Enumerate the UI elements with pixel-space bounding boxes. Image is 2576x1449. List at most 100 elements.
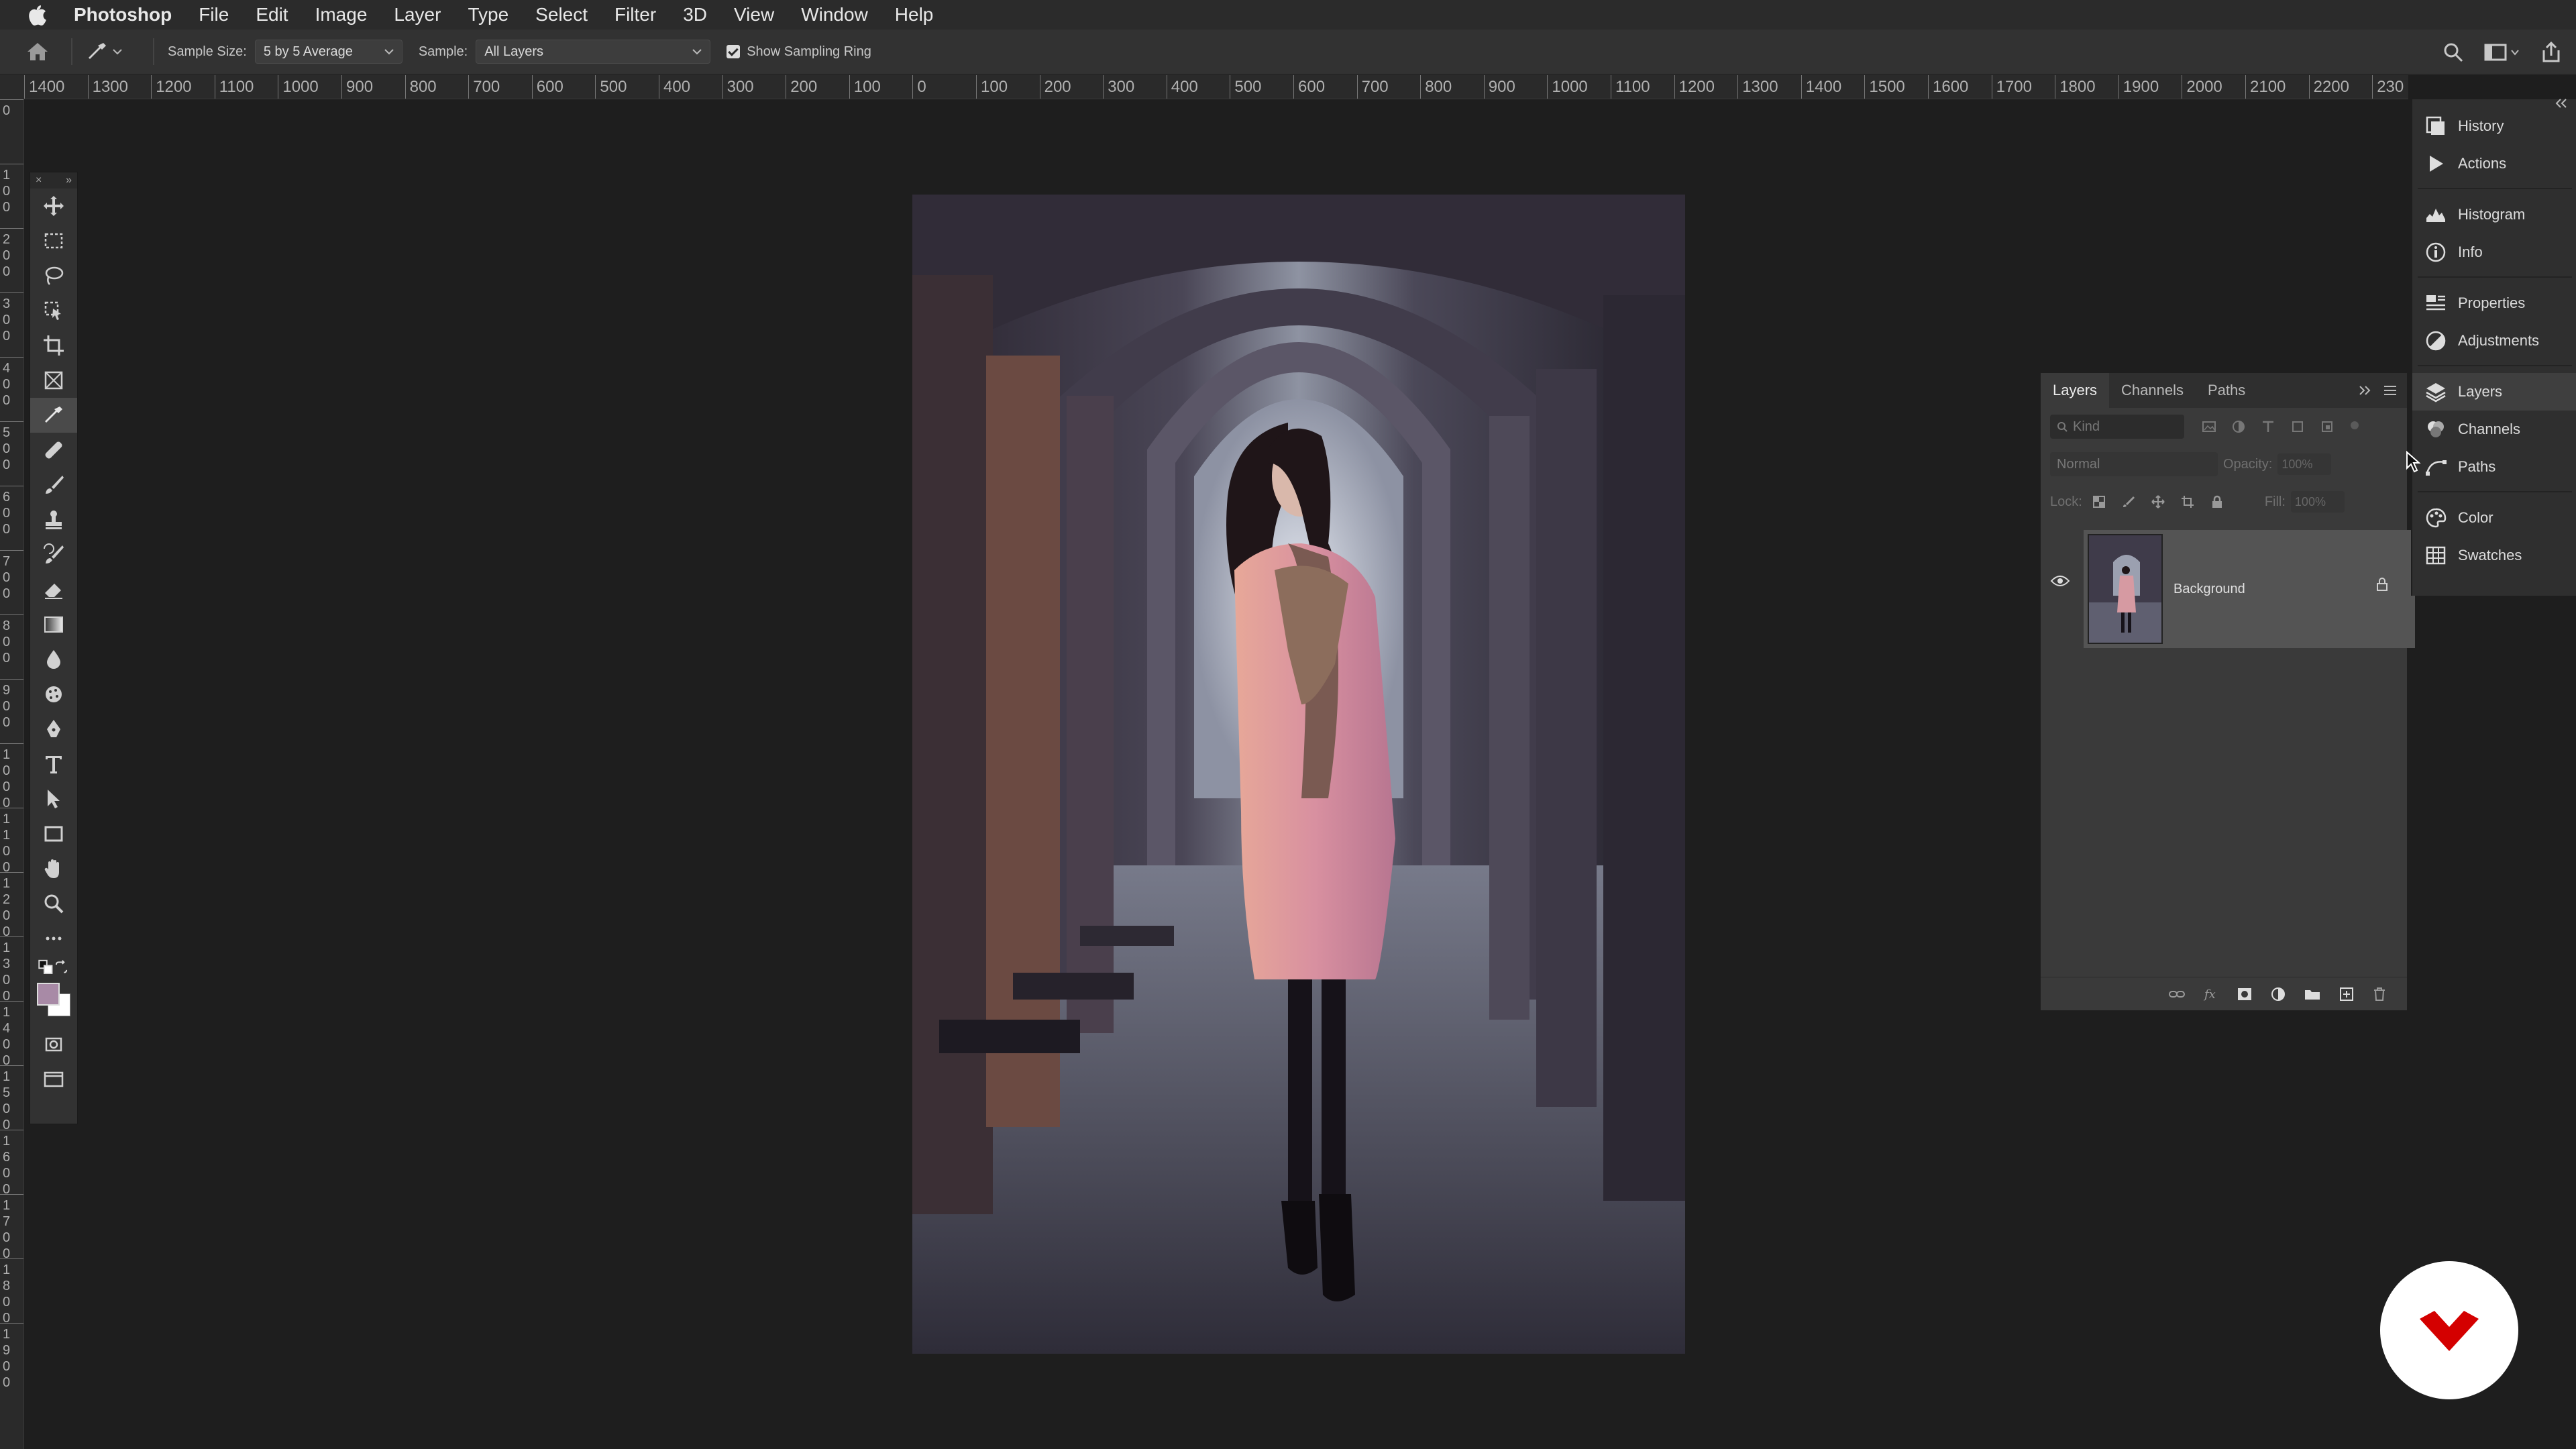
menu-image[interactable]: Image (315, 4, 368, 25)
default-colors-icon[interactable] (38, 956, 54, 979)
path-selection-tool[interactable] (30, 782, 77, 816)
brush-tool[interactable] (30, 468, 77, 502)
share-icon[interactable] (2540, 41, 2563, 64)
workspace-icon[interactable] (2483, 41, 2521, 64)
search-icon[interactable] (2442, 41, 2465, 64)
canvas-image[interactable] (912, 195, 1685, 1354)
sample-size-select[interactable]: 5 by 5 Average (254, 40, 402, 64)
home-icon[interactable] (17, 32, 58, 72)
blur-tool[interactable] (30, 642, 77, 677)
foreground-color-swatch[interactable] (37, 983, 60, 1006)
filter-kind-select[interactable]: Kind (2050, 415, 2184, 439)
lock-row: Lock: Fill: 100% (2041, 483, 2407, 521)
type-filter-icon[interactable] (2261, 420, 2275, 433)
smart-object-filter-icon[interactable] (2320, 420, 2334, 433)
new-layer-icon[interactable] (2339, 987, 2355, 1002)
dock-item-channels[interactable]: Channels (2412, 411, 2576, 448)
fill-input[interactable]: 100% (2290, 491, 2345, 513)
image-filter-icon[interactable] (2202, 420, 2216, 433)
menu-file[interactable]: File (199, 4, 229, 25)
play-icon (2430, 156, 2443, 172)
dock-item-properties[interactable]: Properties (2412, 284, 2576, 322)
lock-position-icon[interactable] (2151, 494, 2165, 509)
marquee-tool[interactable] (30, 223, 77, 258)
toolbar-header[interactable]: × » (30, 172, 77, 189)
tool-preset-picker[interactable] (86, 36, 140, 68)
collapse-icon[interactable] (2359, 385, 2372, 396)
menu-filter[interactable]: Filter (614, 4, 656, 25)
lock-all-icon[interactable] (2210, 494, 2224, 509)
dodge-tool[interactable] (30, 677, 77, 712)
shape-filter-icon[interactable] (2290, 420, 2305, 433)
rectangle-tool[interactable] (30, 816, 77, 851)
lock-artboard-icon[interactable] (2180, 494, 2195, 509)
tab-channels[interactable]: Channels (2109, 373, 2196, 408)
menu-view[interactable]: View (734, 4, 774, 25)
adjustment-filter-icon[interactable] (2231, 420, 2246, 433)
lasso-tool[interactable] (30, 258, 77, 293)
dock-item-adjustments[interactable]: Adjustments (2412, 322, 2576, 360)
tab-paths[interactable]: Paths (2196, 373, 2257, 408)
ruler-tick: 1600 (0, 1130, 23, 1197)
sample-select[interactable]: All Layers (476, 40, 711, 64)
gradient-tool[interactable] (30, 607, 77, 642)
frame-tool[interactable] (30, 363, 77, 398)
menu-window[interactable]: Window (801, 4, 868, 25)
new-adjustment-icon[interactable] (2270, 987, 2286, 1002)
menu-edit[interactable]: Edit (256, 4, 288, 25)
panel-menu-icon[interactable] (2383, 385, 2398, 396)
zoom-tool[interactable] (30, 886, 77, 921)
hand-tool[interactable] (30, 851, 77, 886)
layer-name[interactable]: Background (2174, 582, 2245, 597)
history-brush-tool[interactable] (30, 537, 77, 572)
dock-item-histogram[interactable]: Histogram (2412, 196, 2576, 233)
tab-layers[interactable]: Layers (2041, 373, 2110, 408)
trash-icon[interactable] (2372, 987, 2387, 1002)
menu-layer[interactable]: Layer (394, 4, 441, 25)
dock-item-swatches[interactable]: Swatches (2412, 537, 2576, 574)
filter-toggle-icon[interactable] (2349, 420, 2360, 431)
quick-mask-button[interactable] (30, 1027, 77, 1062)
object-select-tool[interactable] (30, 293, 77, 328)
hand-icon (44, 859, 59, 878)
more-tools[interactable] (30, 921, 77, 956)
dock-item-color[interactable]: Color (2412, 499, 2576, 537)
vertical-ruler[interactable]: 0 100 200 300 400 500 600 700 800 900 1000 1100 1200… (0, 99, 24, 1449)
pen-tool[interactable] (30, 712, 77, 747)
eyedropper-tool[interactable] (30, 398, 77, 433)
expand-icon[interactable]: » (66, 174, 72, 186)
opacity-input[interactable]: 100% (2277, 453, 2332, 475)
link-icon[interactable] (2168, 989, 2186, 1000)
dock-item-history[interactable]: History (2412, 107, 2576, 145)
close-icon[interactable]: × (36, 174, 42, 186)
dock-item-layers[interactable]: Layers (2412, 373, 2576, 411)
swap-colors-icon[interactable] (54, 956, 69, 979)
lock-pixels-icon[interactable] (2121, 494, 2136, 509)
horizontal-ruler[interactable]: 1400 1300 1200 1100 1000 900 800 700 600 500 400 30… (24, 75, 2408, 99)
fx-icon[interactable]: fx (2203, 987, 2219, 1002)
visibility-eye-icon[interactable] (2050, 574, 2070, 588)
lock-icon[interactable] (2376, 577, 2388, 592)
dock-item-actions[interactable]: Actions (2412, 145, 2576, 182)
menu-3d[interactable]: 3D (683, 4, 707, 25)
move-tool[interactable] (30, 189, 77, 223)
menu-photoshop[interactable]: Photoshop (74, 4, 172, 25)
layer-row-background[interactable]: Background (2084, 530, 2415, 648)
dock-item-paths[interactable]: Paths (2412, 448, 2576, 486)
new-group-icon[interactable] (2304, 987, 2321, 1002)
blend-mode-select[interactable]: Normal (2050, 452, 2218, 476)
sampling-ring-checkbox[interactable] (727, 45, 741, 58)
menu-help[interactable]: Help (895, 4, 934, 25)
dock-item-info[interactable]: Info (2412, 233, 2576, 271)
add-mask-icon[interactable] (2237, 987, 2253, 1002)
menu-type[interactable]: Type (468, 4, 508, 25)
type-tool[interactable] (30, 747, 77, 782)
eraser-tool[interactable] (30, 572, 77, 607)
healing-brush-tool[interactable] (30, 433, 77, 468)
clone-stamp-tool[interactable] (30, 502, 77, 537)
screen-mode-button[interactable] (30, 1062, 77, 1097)
lock-transparency-icon[interactable] (2092, 494, 2106, 509)
crop-tool[interactable] (30, 328, 77, 363)
menu-select[interactable]: Select (535, 4, 588, 25)
apple-icon[interactable] (27, 3, 47, 26)
